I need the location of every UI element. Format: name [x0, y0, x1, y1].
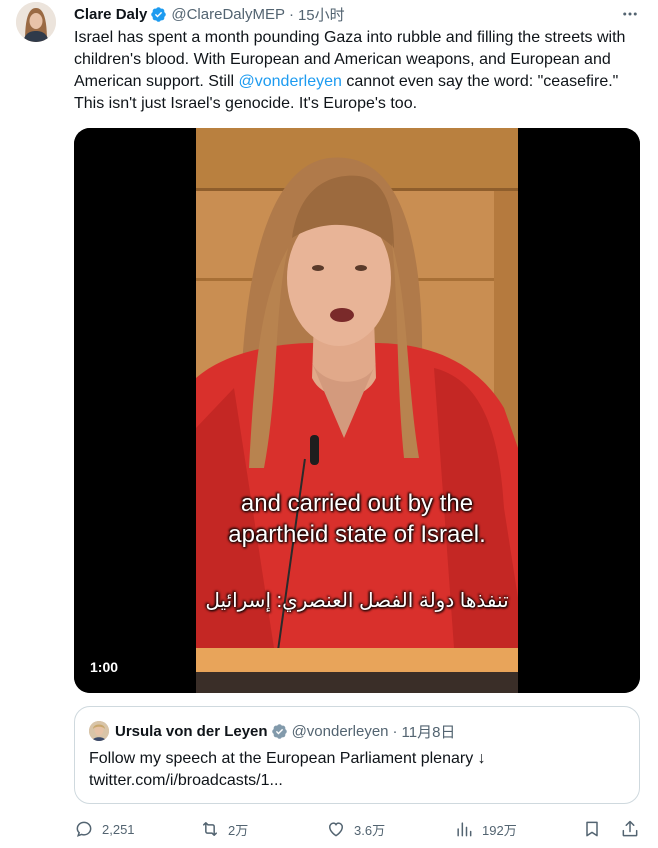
author-name[interactable]: Clare Daly — [74, 6, 147, 23]
tweet-text: Israel has spent a month pounding Gaza i… — [74, 27, 644, 115]
quoted-tweet-link[interactable]: twitter.com/i/broadcasts/1... — [89, 770, 619, 792]
video-caption-arabic: تنفذها دولة الفصل العنصري: إسرائيل — [205, 590, 509, 612]
view-count: 192万 — [482, 822, 517, 838]
tweet[interactable]: Clare Daly @ClareDalyMEP · 15小时 Israel h… — [0, 0, 658, 848]
quoted-tweet-header: Ursula von der Leyen @vonderleyen · 11月8… — [89, 721, 455, 741]
quoted-verified-badge-icon — [271, 723, 288, 740]
more-icon[interactable] — [618, 2, 642, 26]
quoted-author-handle[interactable]: @vonderleyen — [292, 723, 389, 740]
quoted-separator-dot: · — [392, 722, 398, 740]
quoted-author-name[interactable]: Ursula von der Leyen — [115, 723, 268, 740]
quoted-tweet-body: Follow my speech at the European Parliam… — [89, 750, 486, 767]
reply-count: 2,251 — [102, 821, 135, 837]
separator-dot: · — [288, 5, 294, 23]
views-button[interactable]: 192万 — [454, 818, 517, 840]
verified-badge-icon — [150, 6, 167, 23]
action-bar: 2,251 2万 3.6万 192万 — [74, 818, 640, 840]
video-caption-english: and carried out by the apartheid state o… — [228, 490, 486, 548]
heart-icon — [328, 822, 344, 837]
retweet-count: 2万 — [228, 822, 249, 838]
reply-button[interactable]: 2,251 — [74, 818, 135, 840]
bookmark-button[interactable] — [582, 818, 610, 840]
share-button[interactable] — [620, 818, 648, 840]
quoted-tweet[interactable]: Ursula von der Leyen @vonderleyen · 11月8… — [74, 706, 640, 804]
quoted-tweet-text: Follow my speech at the European Parliam… — [89, 748, 619, 792]
author-avatar[interactable] — [16, 2, 56, 42]
reply-icon — [76, 821, 92, 837]
share-icon — [622, 820, 638, 837]
retweet-button[interactable]: 2万 — [200, 818, 248, 840]
analytics-icon — [457, 822, 472, 837]
video-player[interactable]: and carried out by the apartheid state o… — [74, 128, 640, 693]
tweet-header: Clare Daly @ClareDalyMEP · 15小时 — [74, 4, 642, 24]
tweet-time[interactable]: 15小时 — [298, 4, 345, 25]
retweet-icon — [203, 822, 217, 836]
mention-link[interactable]: @vonderleyen — [239, 73, 342, 90]
author-handle[interactable]: @ClareDalyMEP — [171, 6, 285, 23]
bookmark-icon — [586, 821, 598, 837]
quoted-author-avatar — [89, 721, 109, 741]
quoted-tweet-date[interactable]: 11月8日 — [402, 721, 456, 742]
like-count: 3.6万 — [354, 822, 386, 838]
like-button[interactable]: 3.6万 — [326, 818, 385, 840]
video-duration: 1:00 — [90, 659, 119, 675]
